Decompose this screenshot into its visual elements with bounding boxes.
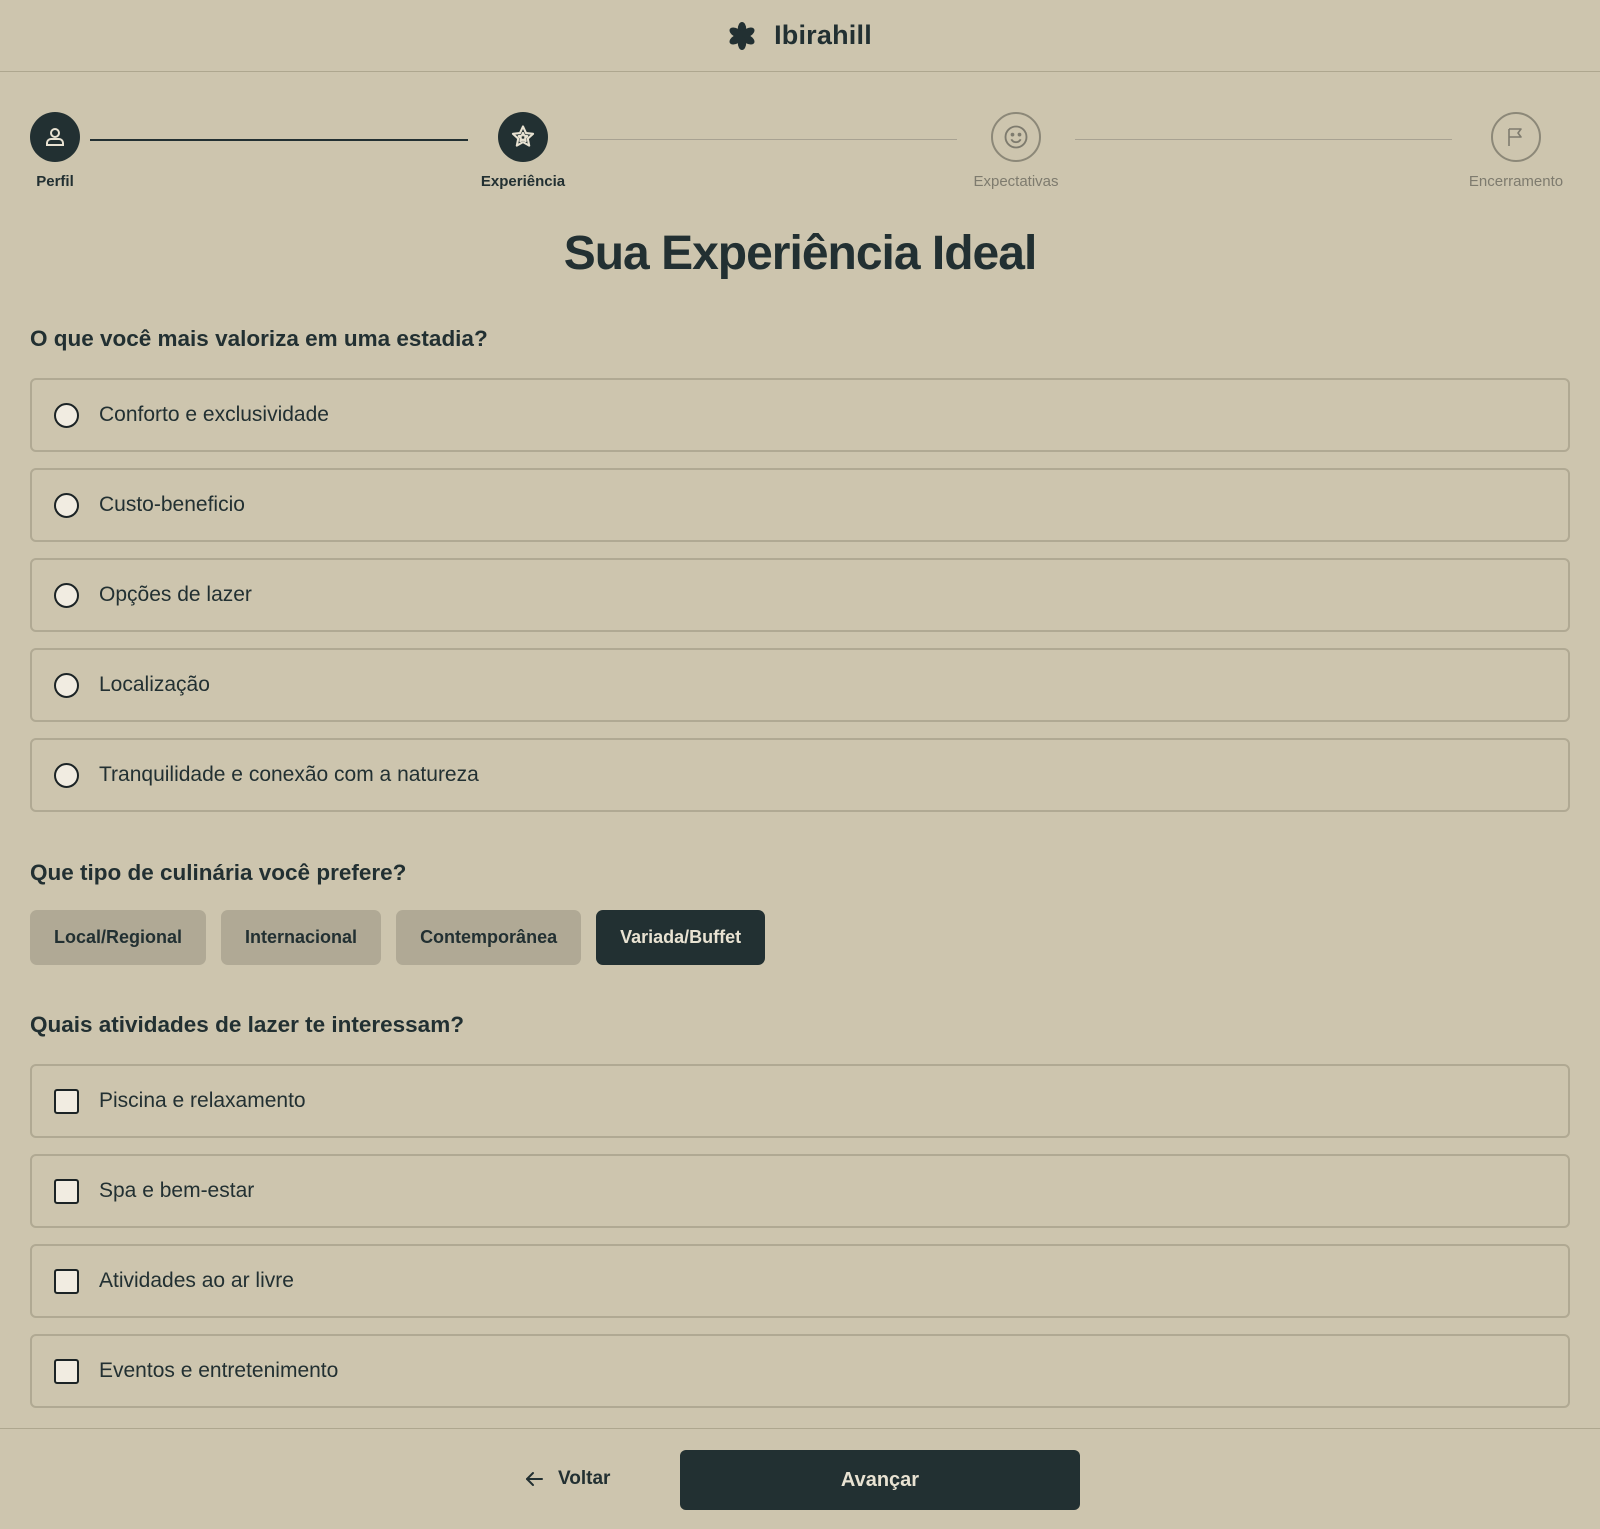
- stepper-line-1: [90, 139, 468, 141]
- step-perfil[interactable]: Perfil: [0, 112, 130, 190]
- option-label: Atividades ao ar livre: [99, 1269, 294, 1292]
- radio-option[interactable]: Conforto e exclusividade: [30, 378, 1570, 452]
- radio-button[interactable]: [54, 762, 79, 788]
- step-label: Perfil: [36, 173, 74, 190]
- next-button[interactable]: Avançar: [680, 1450, 1080, 1510]
- checkbox[interactable]: [54, 1088, 79, 1114]
- step-expectativas[interactable]: Expectativas: [941, 112, 1091, 190]
- chip-local-regional[interactable]: Local/Regional: [30, 910, 207, 965]
- option-label: Spa e bem-estar: [99, 1179, 255, 1202]
- step-encerramento[interactable]: Encerramento: [1441, 112, 1591, 190]
- arrow-left-icon: [526, 1472, 543, 1486]
- back-button[interactable]: Voltar: [522, 1459, 610, 1499]
- question-title-valoriza: O que você mais valoriza em uma estadia?: [30, 326, 488, 351]
- checkbox-option[interactable]: Eventos e entretenimento: [30, 1334, 1570, 1408]
- checkbox[interactable]: [54, 1268, 79, 1294]
- step-experiencia[interactable]: Experiência: [448, 112, 598, 190]
- footer-nav: Voltar Avançar: [0, 1428, 1600, 1529]
- chip-internacional[interactable]: Internacional: [221, 910, 382, 965]
- question-title-culinaria: Que tipo de culinária você prefere?: [30, 860, 407, 885]
- radio-option[interactable]: Tranquilidade e conexão com a natureza: [30, 738, 1570, 812]
- culinaria-chip-group: Local/Regional Internacional Contemporân…: [30, 910, 766, 965]
- flag-icon: [1508, 128, 1522, 146]
- radio-button[interactable]: [54, 582, 79, 608]
- option-label: Conforto e exclusividade: [99, 403, 329, 426]
- radio-option[interactable]: Opções de lazer: [30, 558, 1570, 632]
- radio-option[interactable]: Custo-beneficio: [30, 468, 1570, 542]
- option-label: Tranquilidade e conexão com a natureza: [99, 763, 479, 786]
- chip-contemporanea[interactable]: Contemporânea: [396, 910, 582, 965]
- smile-icon: [1004, 125, 1028, 149]
- step-label: Encerramento: [1468, 173, 1564, 190]
- progress-stepper: Perfil Experiência Expectativas Encerram…: [0, 0, 1600, 200]
- question-title-lazer: Quais atividades de lazer te interessam?: [30, 1012, 464, 1037]
- option-label: Eventos e entretenimento: [99, 1359, 339, 1382]
- radio-option[interactable]: Localização: [30, 648, 1570, 722]
- step-label: Expectativas: [973, 173, 1059, 190]
- checkbox[interactable]: [54, 1358, 79, 1384]
- option-label: Custo-beneficio: [99, 493, 245, 516]
- option-label: Localização: [99, 673, 210, 696]
- checkbox-option[interactable]: Piscina e relaxamento: [30, 1064, 1570, 1138]
- star-icon: [511, 125, 535, 147]
- page-title: Sua Experiência Ideal: [563, 227, 1038, 280]
- radio-button[interactable]: [54, 492, 79, 518]
- option-label: Opções de lazer: [99, 583, 252, 606]
- step-label: Experiência: [480, 173, 566, 190]
- person-icon: [46, 128, 64, 146]
- checkbox[interactable]: [54, 1178, 79, 1204]
- radio-button[interactable]: [54, 672, 79, 698]
- option-label: Piscina e relaxamento: [99, 1089, 306, 1112]
- back-button-label: Voltar: [558, 1468, 611, 1489]
- stepper-line-2: [580, 139, 957, 140]
- checkbox-option[interactable]: Atividades ao ar livre: [30, 1244, 1570, 1318]
- radio-button[interactable]: [54, 402, 79, 428]
- chip-variada-buffet[interactable]: Variada/Buffet: [596, 910, 766, 965]
- stepper-line-3: [1075, 139, 1452, 140]
- checkbox-option[interactable]: Spa e bem-estar: [30, 1154, 1570, 1228]
